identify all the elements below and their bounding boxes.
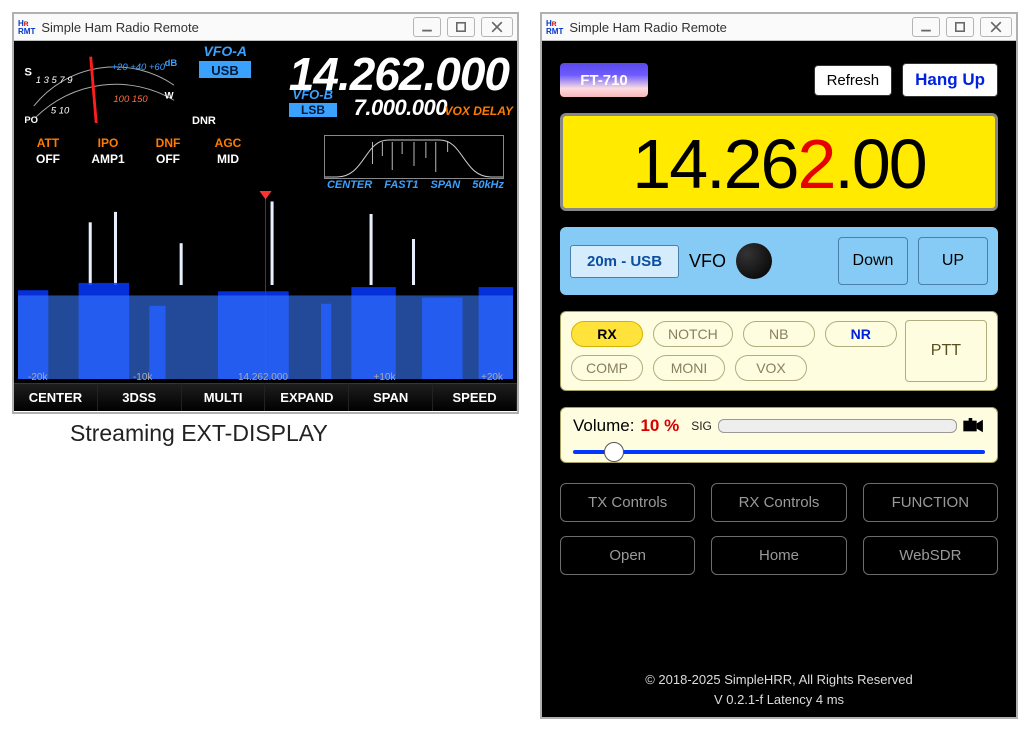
maximize-icon[interactable]: [946, 17, 974, 37]
volume-slider[interactable]: [573, 450, 985, 454]
app-icon: HRRMT: [546, 20, 563, 35]
vox-delay-label: VOX DELAY: [445, 104, 513, 118]
freq-pre: 14.26: [632, 125, 797, 203]
ipo-indicator: IPOAMP1: [78, 135, 138, 167]
hangup-button[interactable]: Hang Up: [902, 63, 998, 97]
nb-toggle[interactable]: NB: [743, 321, 815, 347]
vfo-strip: 20m - USB VFO Down UP: [560, 227, 998, 295]
att-indicator: ATTOFF: [18, 135, 78, 167]
softkey-row: CENTER 3DSS MULTI EXPAND SPAN SPEED: [14, 383, 517, 411]
softkey-multi[interactable]: MULTI: [182, 383, 266, 411]
titlebar-left[interactable]: HRRMT Simple Ham Radio Remote: [14, 14, 517, 41]
vfo-label: VFO: [689, 251, 726, 272]
sig-label: SIG: [691, 419, 712, 433]
stream-caption: Streaming EXT-DISPLAY: [70, 420, 328, 447]
minimize-icon[interactable]: [413, 17, 441, 37]
version-line: V 0.2.1-f Latency 4 ms: [560, 690, 998, 710]
vfo-a-label: VFO-A: [203, 43, 247, 59]
spectrum-x-scale: -20k-10k 14.262.000+10k +20k: [28, 372, 503, 383]
vfo-b-label: VFO-B: [293, 87, 333, 102]
freq-edit-digit: 2: [797, 125, 834, 203]
window-title: Simple Ham Radio Remote: [569, 20, 906, 35]
freq-post: .00: [834, 125, 925, 203]
dsp-strip: RX NOTCH NB NR COMP MONI VOX PTT: [560, 311, 998, 391]
close-icon[interactable]: [481, 17, 513, 37]
softkey-expand[interactable]: EXPAND: [265, 383, 349, 411]
notch-toggle[interactable]: NOTCH: [653, 321, 733, 347]
softkey-3dss[interactable]: 3DSS: [98, 383, 182, 411]
open-button[interactable]: Open: [560, 536, 695, 575]
waterfall-spectrum: [18, 191, 513, 379]
scope-center: CENTER: [327, 179, 372, 191]
up-button[interactable]: UP: [918, 237, 988, 285]
controls-grid: TX Controls RX Controls FUNCTION Open Ho…: [560, 483, 998, 575]
radio-model-badge[interactable]: FT-710: [560, 63, 648, 97]
frequency-display[interactable]: 14.262.00: [560, 113, 998, 211]
volume-label: Volume:: [573, 416, 634, 436]
maximize-icon[interactable]: [447, 17, 475, 37]
camera-icon[interactable]: [963, 418, 985, 434]
svg-text:S: S: [24, 67, 32, 79]
window-title: Simple Ham Radio Remote: [41, 20, 407, 35]
s-meter: S 1 3 5 7 9 +20 +40 +60 dB PO 5 10 100 1…: [18, 51, 188, 123]
agc-indicator: AGCMID: [198, 135, 258, 167]
svg-text:5 10: 5 10: [51, 106, 70, 117]
app-icon: HRRMT: [18, 20, 35, 35]
svg-text:+20 +40 +60: +20 +40 +60: [112, 62, 166, 73]
signal-bar: [718, 419, 957, 433]
softkey-center[interactable]: CENTER: [14, 383, 98, 411]
ptt-button[interactable]: PTT: [905, 320, 987, 382]
titlebar-right[interactable]: HRRMT Simple Ham Radio Remote: [542, 14, 1016, 41]
footer: © 2018-2025 SimpleHRR, All Rights Reserv…: [560, 670, 998, 709]
home-button[interactable]: Home: [711, 536, 846, 575]
minimize-icon[interactable]: [912, 17, 940, 37]
svg-text:100 150: 100 150: [113, 94, 148, 105]
moni-toggle[interactable]: MONI: [653, 355, 725, 381]
vfo-a-mode: USB: [199, 61, 251, 78]
dnf-indicator: DNFOFF: [138, 135, 198, 167]
svg-text:PO: PO: [24, 115, 38, 123]
close-icon[interactable]: [980, 17, 1012, 37]
top-bar: FT-710 Refresh Hang Up: [560, 63, 998, 97]
softkey-span[interactable]: SPAN: [349, 383, 433, 411]
websdr-button[interactable]: WebSDR: [863, 536, 998, 575]
scope-rate: FAST1: [384, 179, 418, 191]
radio-display: S 1 3 5 7 9 +20 +40 +60 dB PO 5 10 100 1…: [14, 41, 517, 411]
vfo-b-frequency: 7.000.000: [354, 95, 447, 121]
comp-toggle[interactable]: COMP: [571, 355, 643, 381]
svg-text:dB: dB: [165, 58, 178, 69]
control-window: HRRMT Simple Ham Radio Remote FT-710 Ref…: [540, 12, 1018, 719]
rx-toggle[interactable]: RX: [571, 321, 643, 347]
vox-toggle[interactable]: VOX: [735, 355, 807, 381]
vfo-b-mode: LSB: [289, 103, 337, 117]
nr-toggle[interactable]: NR: [825, 321, 897, 347]
volume-strip: Volume: 10 % SIG: [560, 407, 998, 463]
refresh-button[interactable]: Refresh: [814, 65, 893, 96]
svg-text:W: W: [165, 90, 174, 101]
volume-percent: 10 %: [640, 416, 679, 436]
down-button[interactable]: Down: [838, 237, 908, 285]
band-mode-chip[interactable]: 20m - USB: [570, 245, 679, 278]
svg-text:1 3 5 7 9: 1 3 5 7 9: [36, 75, 74, 86]
rx-controls-button[interactable]: RX Controls: [711, 483, 846, 522]
scope-span-label: SPAN: [430, 179, 460, 191]
function-button[interactable]: FUNCTION: [863, 483, 998, 522]
vfo-knob[interactable]: [736, 243, 772, 279]
filter-scope: CENTER FAST1 SPAN 50kHz: [324, 135, 504, 191]
copyright: © 2018-2025 SimpleHRR, All Rights Reserv…: [560, 670, 998, 690]
tx-controls-button[interactable]: TX Controls: [560, 483, 695, 522]
ext-display-window: HRRMT Simple Ham Radio Remote S 1 3 5 7 …: [12, 12, 519, 414]
scope-span-value: 50kHz: [472, 179, 504, 191]
softkey-speed[interactable]: SPEED: [433, 383, 517, 411]
dnr-indicator: DNR: [192, 115, 216, 127]
indicator-row: ATTOFF IPOAMP1 DNFOFF AGCMID: [18, 135, 318, 167]
